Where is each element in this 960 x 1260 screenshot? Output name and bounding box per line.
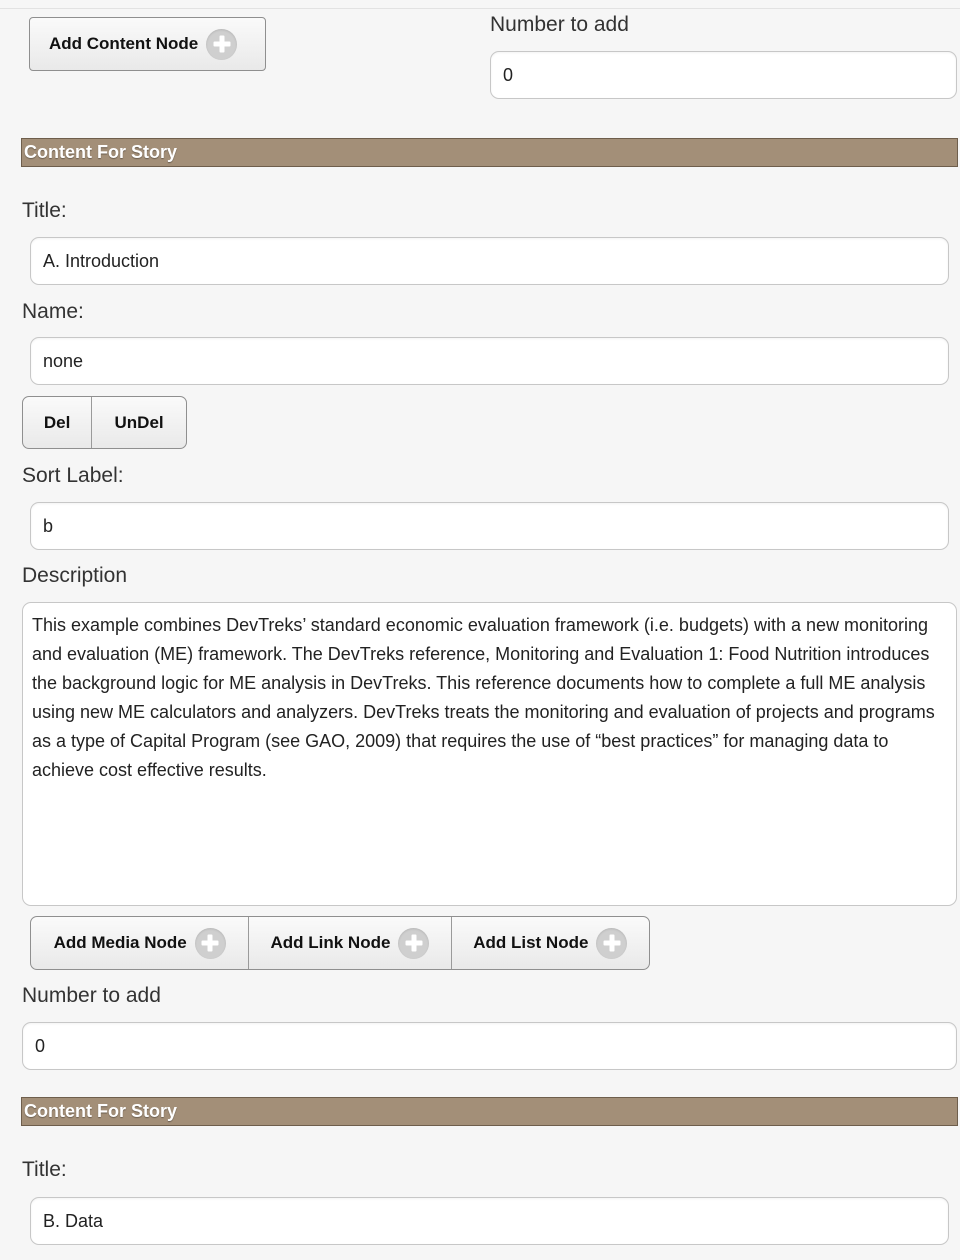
number-to-add-label: Number to add [490, 13, 629, 36]
add-link-node-button[interactable]: Add Link Node [249, 917, 452, 969]
number-to-add-input[interactable]: 0 [22, 1022, 957, 1070]
name-value: none [43, 350, 84, 371]
title-value: A. Introduction [43, 250, 160, 271]
sort-label-value: b [43, 515, 54, 536]
plus-circle-icon [206, 28, 238, 60]
title-label: Title: [22, 1158, 67, 1181]
add-node-group: Add Media Node Add Link Node Add List No… [30, 916, 650, 970]
description-value: This example combines DevTreks’ standard… [32, 615, 935, 780]
number-to-add-label: Number to add [22, 984, 161, 1007]
undel-button[interactable]: UnDel [92, 397, 186, 448]
number-to-add-value: 0 [35, 1035, 46, 1056]
add-content-node-label: Add Content Node [49, 34, 199, 53]
plus-circle-icon [596, 927, 628, 959]
add-list-node-label: Add List Node [473, 933, 589, 952]
plus-circle-icon [194, 927, 226, 959]
title-input[interactable]: B. Data [30, 1197, 949, 1245]
section-header: Content For Story [21, 138, 958, 167]
del-button[interactable]: Del [23, 397, 93, 448]
number-to-add-input[interactable]: 0 [490, 51, 957, 99]
name-input[interactable]: none [30, 337, 949, 385]
title-input[interactable]: A. Introduction [30, 237, 949, 285]
title-value: B. Data [43, 1210, 104, 1231]
title-label: Title: [22, 199, 67, 222]
top-divider [0, 0, 960, 9]
section-header: Content For Story [21, 1097, 958, 1126]
sort-label: Sort Label: [22, 464, 124, 487]
description-textarea[interactable]: This example combines DevTreks’ standard… [22, 602, 957, 906]
name-label: Name: [22, 300, 84, 323]
del-undel-group: Del UnDel [22, 396, 187, 449]
add-link-node-label: Add Link Node [270, 933, 391, 952]
add-media-node-button[interactable]: Add Media Node [31, 917, 250, 969]
add-media-node-label: Add Media Node [53, 933, 187, 952]
description-label: Description [22, 564, 128, 587]
number-to-add-value: 0 [503, 64, 514, 85]
add-list-node-button[interactable]: Add List Node [452, 917, 649, 969]
add-content-node-button[interactable]: Add Content Node [29, 17, 266, 71]
plus-circle-icon [398, 927, 430, 959]
sort-label-input[interactable]: b [30, 502, 949, 550]
